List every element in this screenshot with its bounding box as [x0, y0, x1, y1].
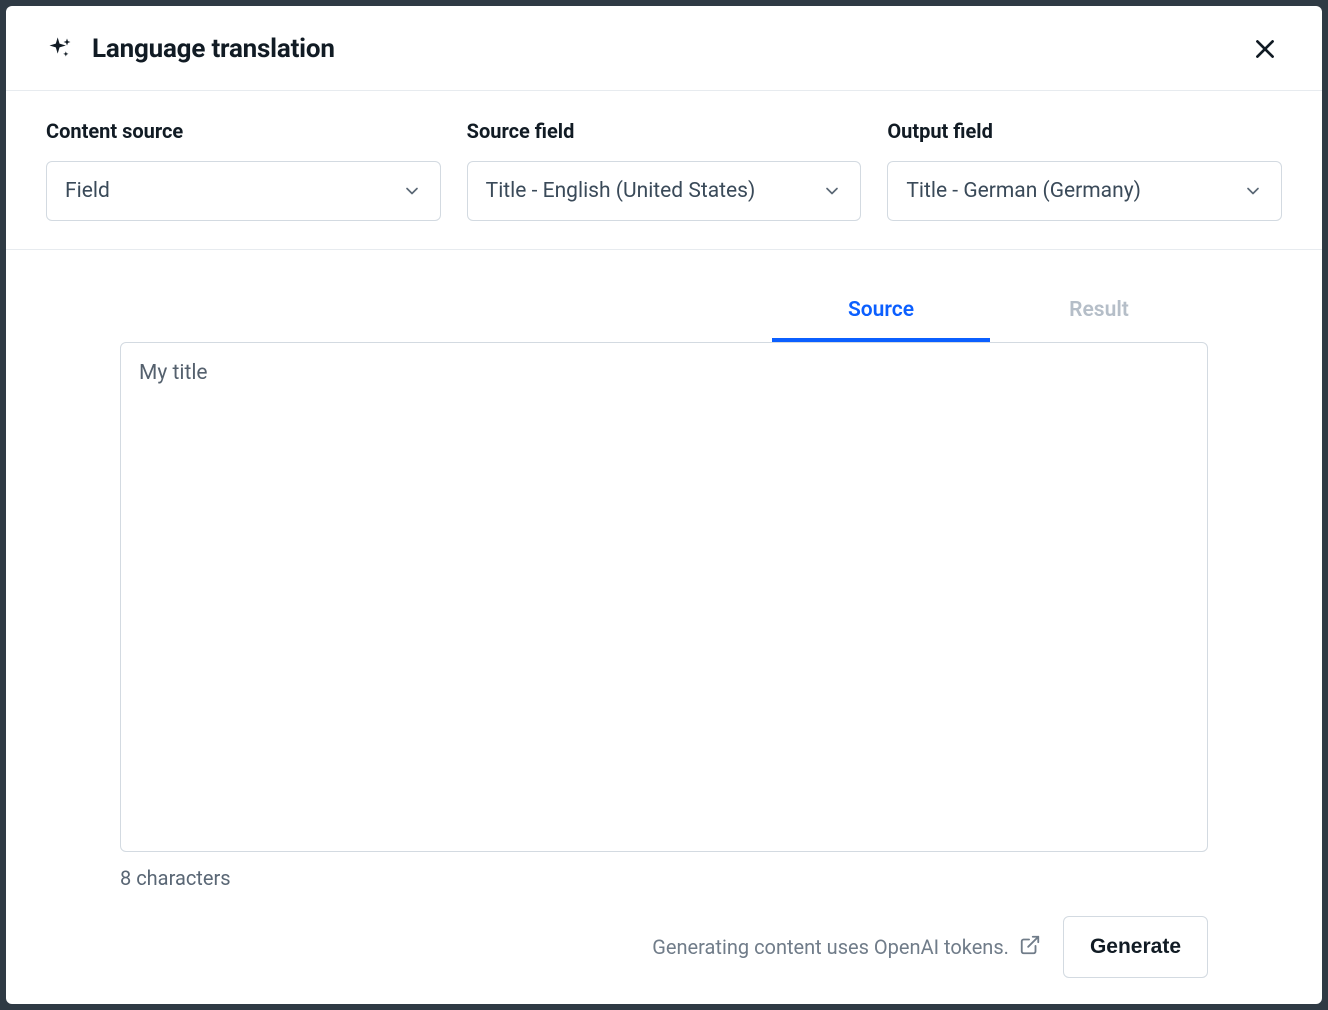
fields-row: Content source Field Source field Title …: [6, 91, 1322, 250]
chevron-down-icon: [1243, 181, 1263, 201]
main: Source Result 8 characters: [6, 250, 1322, 890]
select-value: Title - English (United States): [486, 179, 756, 203]
source-field-select[interactable]: Title - English (United States): [467, 161, 862, 221]
field-label: Content source: [46, 119, 441, 143]
character-count: 8 characters: [120, 866, 231, 890]
select-value: Title - German (Germany): [906, 179, 1141, 203]
field-output-field: Output field Title - German (Germany): [887, 119, 1282, 221]
dialog-header: Language translation: [6, 6, 1322, 91]
select-value: Field: [65, 179, 110, 203]
close-icon: [1252, 36, 1278, 62]
field-label: Source field: [467, 119, 862, 143]
content-source-select[interactable]: Field: [46, 161, 441, 221]
footer-hint: Generating content uses OpenAI tokens.: [652, 934, 1041, 961]
source-textarea[interactable]: [120, 342, 1208, 852]
field-content-source: Content source Field: [46, 119, 441, 221]
chevron-down-icon: [822, 181, 842, 201]
tab-source[interactable]: Source: [772, 284, 990, 342]
dialog-title: Language translation: [92, 34, 335, 64]
field-label: Output field: [887, 119, 1282, 143]
external-link-icon[interactable]: [1019, 934, 1041, 961]
footer: Generating content uses OpenAI tokens. G…: [6, 890, 1322, 1004]
tab-result[interactable]: Result: [990, 284, 1208, 342]
tabs: Source Result: [772, 284, 1208, 342]
field-source-field: Source field Title - English (United Sta…: [467, 119, 862, 221]
close-button[interactable]: [1248, 32, 1282, 66]
dialog-title-wrap: Language translation: [46, 34, 335, 64]
dialog: Language translation Content source Fiel…: [6, 6, 1322, 1004]
generate-button[interactable]: Generate: [1063, 916, 1208, 978]
footer-hint-text: Generating content uses OpenAI tokens.: [652, 935, 1009, 959]
chevron-down-icon: [402, 181, 422, 201]
sparkle-icon: [46, 35, 74, 63]
output-field-select[interactable]: Title - German (Germany): [887, 161, 1282, 221]
